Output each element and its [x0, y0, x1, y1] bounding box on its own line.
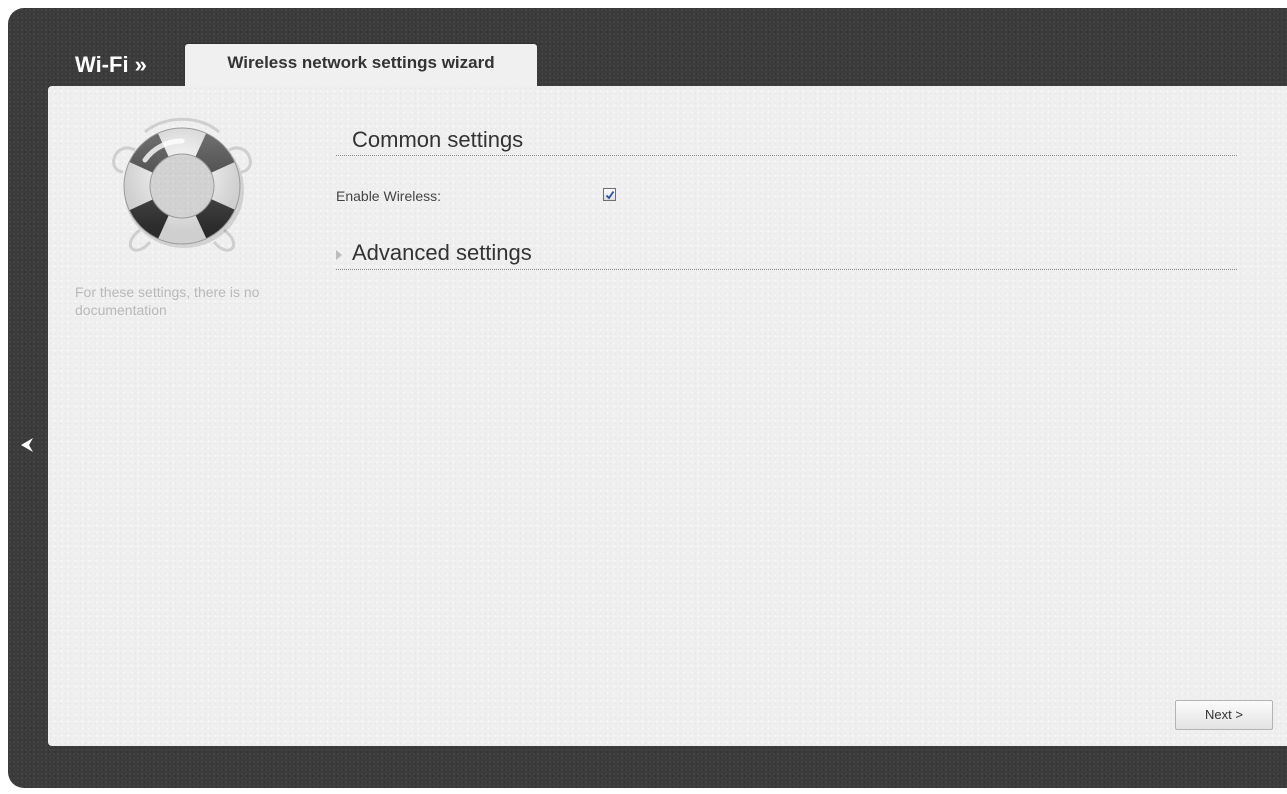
tab-label: Wireless network settings wizard — [227, 53, 495, 72]
enable-wireless-checkbox[interactable] — [603, 188, 616, 201]
next-button[interactable]: Next > — [1175, 700, 1273, 730]
common-settings-title: Common settings — [352, 127, 524, 152]
lifebuoy-icon — [105, 110, 259, 260]
expand-arrow-icon[interactable] — [336, 250, 342, 260]
chevron-left-icon[interactable] — [16, 434, 38, 456]
advanced-settings-header[interactable]: Advanced settings — [336, 230, 1237, 270]
enable-wireless-label: Enable Wireless: — [336, 188, 442, 204]
checkmark-icon — [605, 190, 615, 200]
help-text: For these settings, there is no document… — [75, 284, 260, 318]
section-title[interactable]: Wi-Fi » — [75, 52, 147, 78]
advanced-settings-title[interactable]: Advanced settings — [352, 240, 532, 266]
common-settings-header: Common settings — [336, 118, 1237, 156]
tab-wireless-wizard[interactable]: Wireless network settings wizard — [185, 44, 537, 88]
